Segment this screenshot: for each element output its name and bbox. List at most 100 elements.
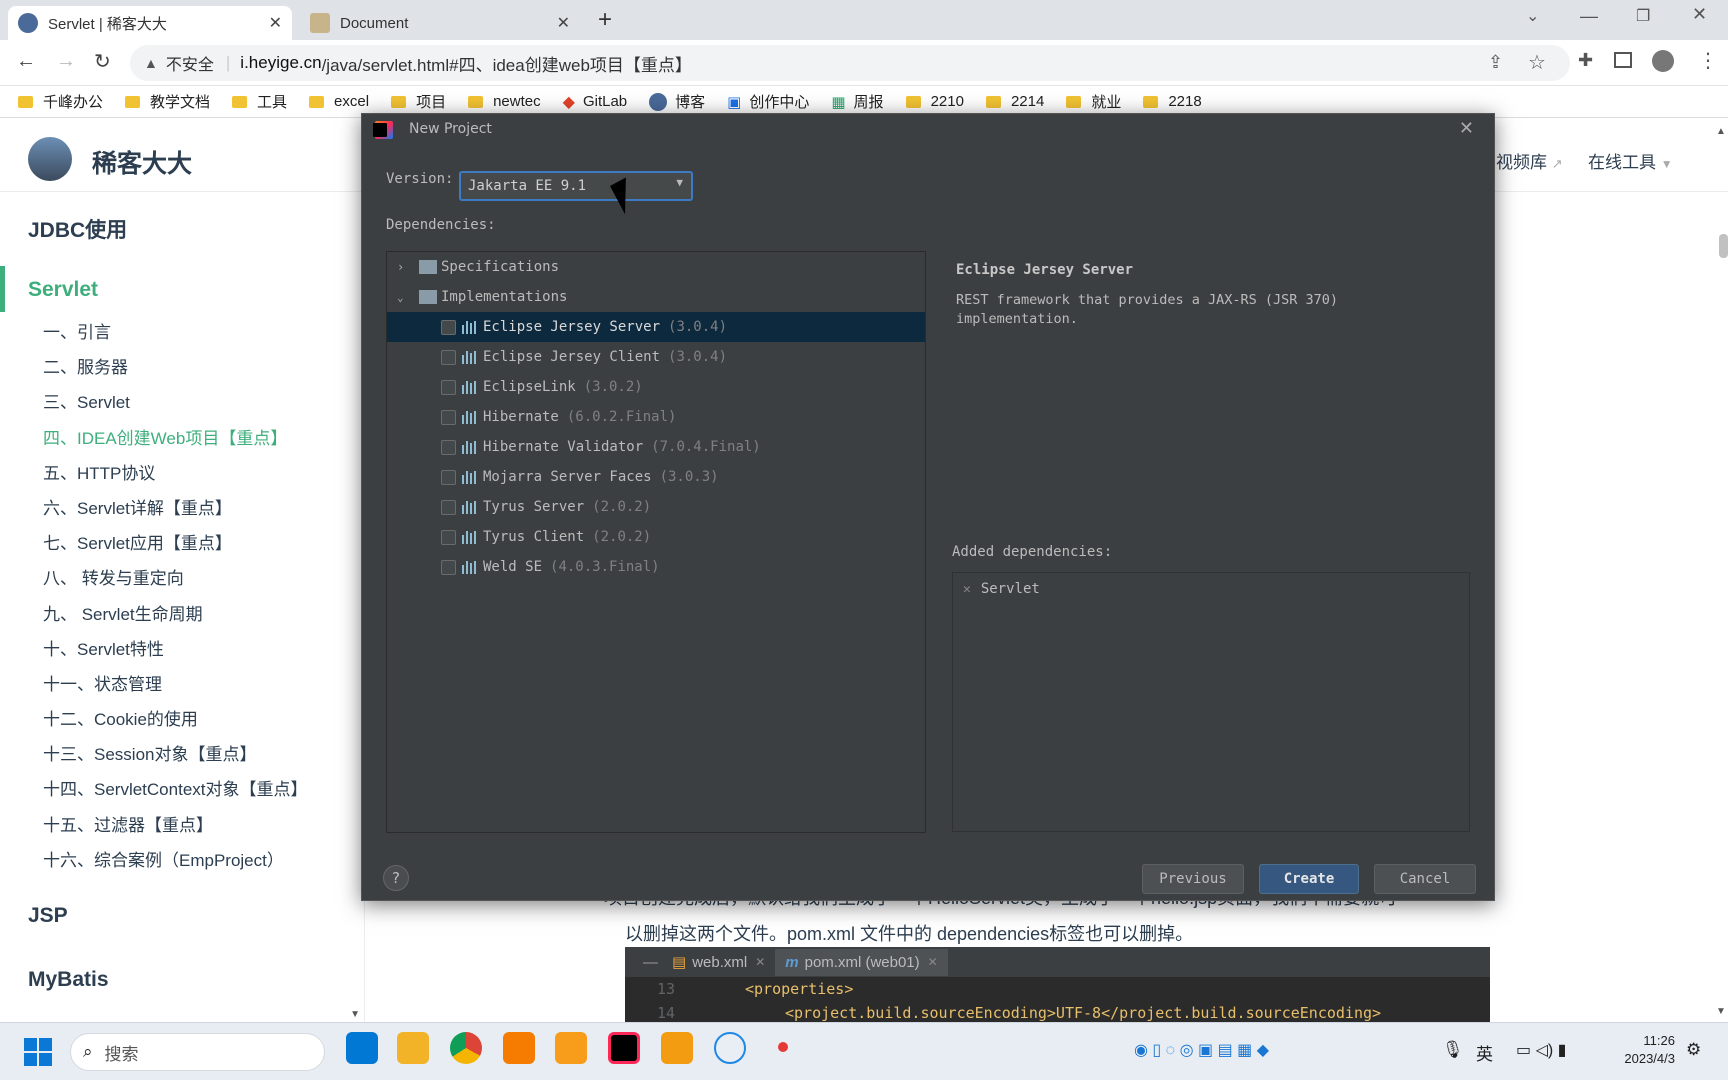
tray-icons[interactable]: ◉ ▯ ◌ ◎ ▣ ▤ ▦ ◆ [1134,1040,1269,1060]
extensions-icon[interactable]: ✚ [1578,50,1593,71]
bookmark-item[interactable]: 2218 [1143,93,1202,110]
chevron-right-icon[interactable]: › [397,260,413,274]
tab-servlet[interactable]: Servlet | 稀客大大 ✕ [8,6,292,40]
sidebar-item[interactable]: 一、引言 [0,315,364,350]
sidebar-item[interactable]: 十三、Session对象【重点】 [0,737,364,772]
bookmark-item[interactable]: 就业 [1066,91,1121,112]
sidebar-section-jsp[interactable]: JSP [0,904,68,928]
app-icon[interactable] [661,1032,693,1064]
bookmark-item[interactable]: 2214 [985,93,1044,110]
bookmark-item[interactable]: ▦ 周报 [831,91,883,112]
chat-icon[interactable] [714,1032,746,1064]
star-icon[interactable]: ☆ [1528,50,1546,75]
close-window-icon[interactable]: ✕ [1692,4,1707,25]
close-tab-icon[interactable]: ✕ [269,13,282,33]
page-scrollbar-thumb[interactable] [1719,234,1728,258]
chrome-icon[interactable] [450,1032,482,1064]
sidebar-item[interactable]: 十五、过滤器【重点】 [0,808,364,843]
bookmark-item[interactable]: 项目 [391,91,446,112]
remove-dependency-icon[interactable]: ✕ [963,582,971,597]
nav-video-link[interactable]: 视频库 ↗ [1496,148,1563,173]
file-explorer-icon[interactable] [397,1032,429,1064]
dependency-item[interactable]: Eclipse Jersey Client (3.0.4) [387,342,925,372]
tree-group-specifications[interactable]: › Specifications [387,252,925,282]
cancel-button[interactable]: Cancel [1374,864,1476,894]
sidebar-scroll-down-icon[interactable]: ▼ [350,1009,360,1020]
chevron-down-icon[interactable]: ▼ [676,176,683,189]
sidebar-section-mybatis[interactable]: MyBatis [0,968,109,992]
dependency-checkbox[interactable] [441,409,456,425]
share-icon[interactable]: ⇪ [1488,52,1503,73]
ime-indicator[interactable]: 英 [1476,1040,1493,1065]
sidebar-item[interactable]: 二、服务器 [0,350,364,385]
sidebar-item[interactable]: 十四、ServletContext对象【重点】 [0,772,364,807]
address-bar[interactable]: ▲ 不安全 | i.heyige.cn /java/servlet.html#四… [130,45,1570,81]
sidebar-section-servlet[interactable]: Servlet [0,278,98,302]
dependency-checkbox[interactable] [441,559,456,575]
profile-avatar-icon[interactable] [1652,50,1674,72]
nav-online-tools[interactable]: 在线工具 ▼ [1588,148,1673,173]
sublime-text-icon[interactable] [555,1032,587,1064]
new-tab-button[interactable]: + [598,6,612,34]
sidebar-item[interactable]: 十、Servlet特性 [0,632,364,667]
dependency-item[interactable]: Hibernate Validator (7.0.4.Final) [387,432,925,462]
close-tab-icon[interactable]: ✕ [557,13,570,33]
back-icon[interactable]: ← [16,50,36,73]
site-logo-avatar[interactable] [28,137,72,181]
bookmark-item[interactable]: excel [309,93,369,110]
sidebar-item[interactable]: 十二、Cookie的使用 [0,702,364,737]
dependency-checkbox[interactable] [441,529,456,545]
dependency-checkbox[interactable] [441,319,456,335]
sidebar-item[interactable]: 七、Servlet应用【重点】 [0,526,364,561]
clock[interactable]: 11:26 2023/4/3 [1600,1032,1675,1068]
sidebar-item[interactable]: 十一、状态管理 [0,667,364,702]
network-volume-battery-icons[interactable]: ▭ ◁) ▮ [1516,1040,1566,1060]
dependency-checkbox[interactable] [441,439,456,455]
scroll-down-icon[interactable]: ▼ [1716,1006,1726,1017]
chevron-down-icon[interactable]: ⌄ [397,291,413,304]
dialog-close-icon[interactable]: ✕ [1459,118,1474,139]
dependency-item[interactable]: Hibernate (6.0.2.Final) [387,402,925,432]
sidebar-section-jdbc[interactable]: JDBC使用 [0,214,127,244]
dependency-item[interactable]: Mojarra Server Faces (3.0.3) [387,462,925,492]
forward-icon[interactable]: → [56,50,76,73]
notification-icon[interactable]: ⚙ [1686,1040,1701,1060]
dependency-item[interactable]: EclipseLink (3.0.2) [387,372,925,402]
tree-group-implementations[interactable]: ⌄ Implementations [387,282,925,312]
create-button[interactable]: Create [1259,864,1359,894]
microphone-icon[interactable]: 🎙 [1442,1040,1464,1060]
scroll-up-icon[interactable]: ▲ [1716,126,1726,137]
restore-icon[interactable]: ❐ [1636,6,1650,26]
reload-icon[interactable]: ↻ [94,49,111,74]
bookmark-item[interactable]: 2210 [905,93,964,110]
app-icon[interactable] [503,1032,535,1064]
sidebar-item[interactable]: 八、 转发与重定向 [0,561,364,596]
dependency-item[interactable]: Weld SE (4.0.3.Final) [387,552,925,582]
tab-document[interactable]: Document ✕ [300,6,580,40]
bookmark-item[interactable]: 工具 [232,91,287,112]
menu-icon[interactable]: ⋮ [1698,48,1718,73]
dependency-item[interactable]: Tyrus Server (2.0.2) [387,492,925,522]
help-button[interactable]: ? [383,865,409,891]
vscode-icon[interactable] [346,1032,378,1064]
dependency-checkbox[interactable] [441,349,456,365]
dependency-checkbox[interactable] [441,379,456,395]
windows-start-icon[interactable] [24,1038,52,1066]
taskbar-search[interactable]: ⌕ 搜索 [70,1033,325,1071]
bookmark-item[interactable]: ◆ GitLab [563,92,628,112]
sidebar-item[interactable]: 九、 Servlet生命周期 [0,597,364,632]
dependency-item-selected[interactable]: Eclipse Jersey Server (3.0.4) [387,312,925,342]
sidebar-item[interactable]: 十六、综合案例（EmpProject） [0,843,364,878]
tab-search-icon[interactable]: ⌄ [1526,6,1539,26]
bookmark-item[interactable]: 博客 [649,91,705,112]
bookmark-item[interactable]: 千峰办公 [18,91,103,112]
previous-button[interactable]: Previous [1142,864,1244,894]
site-title[interactable]: 稀客大大 [92,144,192,180]
intellij-idea-icon[interactable] [608,1032,640,1064]
dependency-checkbox[interactable] [441,499,456,515]
sidebar-item-active[interactable]: 四、IDEA创建Web项目【重点】 [0,421,364,456]
recording-icon[interactable] [778,1042,788,1052]
minimize-icon[interactable]: — [1580,6,1598,27]
sidebar-item[interactable]: 六、Servlet详解【重点】 [0,491,364,526]
sidebar-item[interactable]: 三、Servlet [0,385,364,420]
